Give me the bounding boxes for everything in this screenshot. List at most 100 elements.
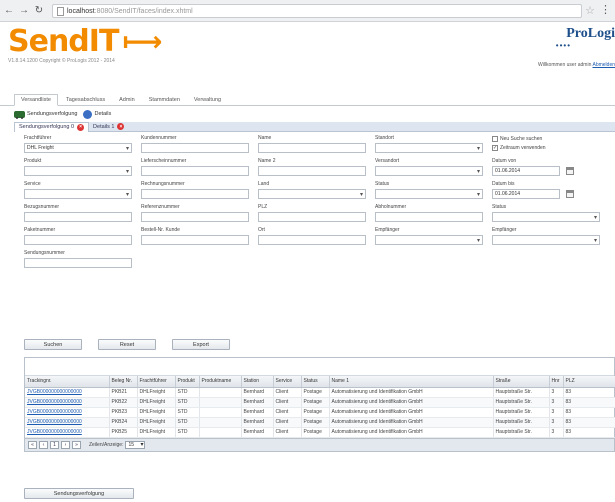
abholnummer-label: Abholnummer bbox=[375, 204, 407, 210]
tab-verwaltung[interactable]: Verwaltung bbox=[188, 95, 227, 105]
table-cell: PKB24 bbox=[109, 417, 138, 428]
plz-input[interactable] bbox=[258, 212, 366, 222]
tab-tagesabschluss[interactable]: Tagesabschluss bbox=[60, 95, 111, 105]
kundennummer-input[interactable] bbox=[141, 143, 249, 153]
forward-icon[interactable]: → bbox=[18, 4, 30, 18]
next-page-icon[interactable]: › bbox=[61, 440, 70, 449]
table-cell: Client bbox=[273, 427, 302, 438]
subtab-sendungsverfolgung[interactable]: Sendungsverfolgung 0 × bbox=[14, 121, 90, 132]
rechnungsnummer-input[interactable] bbox=[141, 189, 249, 199]
details-button[interactable]: Details bbox=[83, 109, 111, 119]
table-cell: Client bbox=[273, 407, 302, 418]
url-host: localhost bbox=[67, 7, 95, 15]
bookmark-star-icon[interactable]: ☆ bbox=[585, 4, 595, 17]
empfaenger2-label: Empfänger bbox=[492, 227, 517, 233]
col-beleg[interactable]: Beleg Nr. bbox=[109, 376, 138, 388]
calendar-icon[interactable] bbox=[566, 167, 574, 175]
suche-neu-checkbox-row[interactable]: Neu Suche suchen bbox=[492, 136, 542, 142]
page-number-1[interactable]: 1 bbox=[50, 440, 59, 449]
tracking-button[interactable]: Sendungsverfolgung bbox=[14, 110, 77, 119]
col-trackingnr[interactable]: Trackingnr. bbox=[25, 376, 110, 388]
ort-input[interactable] bbox=[258, 235, 366, 245]
name-input[interactable] bbox=[258, 143, 366, 153]
empfaenger-select[interactable] bbox=[375, 235, 483, 245]
sendungsverfolgung-button[interactable]: Sendungsverfolgung bbox=[24, 488, 134, 499]
bestell-nr-label: Bestell-Nr. Kunde bbox=[141, 227, 180, 233]
table-cell: Postage bbox=[301, 427, 330, 438]
table-cell[interactable]: JVGB000000000000000 bbox=[25, 397, 110, 408]
datum-bis-input[interactable]: 01.06.2014 bbox=[492, 189, 560, 199]
search-button[interactable]: Suchen bbox=[24, 339, 82, 350]
prologis-logo: ProLogi bbox=[566, 26, 615, 41]
status-label: Status bbox=[375, 181, 390, 187]
bestell-nr-input[interactable] bbox=[141, 235, 249, 245]
table-row[interactable]: JVGB000000000000000 PKB24 DHLFreight STD Ber… bbox=[25, 417, 615, 428]
table-row[interactable]: JVGB000000000000000 PKB22 DHLFreight STD Ber… bbox=[25, 397, 615, 408]
table-row[interactable]: JVGB000000000000000 PKB23 DHLFreight STD Ber… bbox=[25, 407, 615, 418]
last-page-icon[interactable]: » bbox=[72, 440, 81, 449]
zeitraum-checkbox[interactable]: ✓ bbox=[492, 145, 498, 151]
versandort-select[interactable] bbox=[375, 166, 483, 176]
col-hnr[interactable]: Hnr bbox=[549, 376, 564, 388]
table-row[interactable]: JVGB000000000000000 PKB25 DHLFreight STD Ber… bbox=[25, 427, 615, 438]
table-cell[interactable]: JVGB000000000000000 bbox=[25, 427, 110, 438]
col-station[interactable]: Station bbox=[241, 376, 274, 388]
referenznummer-input[interactable] bbox=[141, 212, 249, 222]
status-select[interactable] bbox=[375, 189, 483, 199]
produkt-select[interactable] bbox=[24, 166, 132, 176]
sendungsnummer-input[interactable] bbox=[24, 258, 132, 268]
reload-icon[interactable]: ↻ bbox=[33, 4, 45, 18]
suche-neu-checkbox[interactable] bbox=[492, 136, 498, 142]
col-strasse[interactable]: Straße bbox=[493, 376, 550, 388]
col-produktname[interactable]: Produktname bbox=[199, 376, 242, 388]
bezugsnummer-input[interactable] bbox=[24, 212, 132, 222]
col-status[interactable]: Status bbox=[301, 376, 330, 388]
abholnummer-input[interactable] bbox=[375, 212, 483, 222]
table-cell: Hauptstraße Str. bbox=[493, 407, 550, 418]
table-cell: STD bbox=[175, 427, 200, 438]
logout-link[interactable]: Abmelden bbox=[592, 62, 615, 68]
back-icon[interactable]: ← bbox=[3, 4, 15, 18]
table-cell[interactable]: JVGB000000000000000 bbox=[25, 417, 110, 428]
service-select[interactable] bbox=[24, 189, 132, 199]
page-size-select[interactable]: 15 bbox=[125, 440, 146, 449]
table-row[interactable]: JVGB000000000000000 PKB21 DHLFreight STD Ber… bbox=[25, 387, 615, 398]
name2-input[interactable] bbox=[258, 166, 366, 176]
col-name1[interactable]: Name 1 bbox=[329, 376, 494, 388]
table-cell[interactable]: JVGB000000000000000 bbox=[25, 387, 110, 398]
status2-select[interactable] bbox=[492, 212, 600, 222]
reset-button[interactable]: Reset bbox=[98, 339, 156, 350]
subtab-details[interactable]: Details 1 × bbox=[89, 122, 128, 132]
col-service[interactable]: Service bbox=[273, 376, 302, 388]
table-cell: STD bbox=[175, 387, 200, 398]
standort-select[interactable] bbox=[375, 143, 483, 153]
col-plz[interactable]: PLZ bbox=[563, 376, 615, 388]
menu-icon[interactable]: ⋮ bbox=[600, 3, 611, 16]
main-navigation: Versandliste Tagesabschluss Admin Stammd… bbox=[0, 94, 615, 106]
frachtfuehrer-select[interactable]: DHL Freight bbox=[24, 143, 132, 153]
tab-admin[interactable]: Admin bbox=[113, 95, 141, 105]
col-produkt[interactable]: Produkt bbox=[175, 376, 200, 388]
empfaenger-label: Empfänger bbox=[375, 227, 400, 233]
close-icon[interactable]: × bbox=[117, 123, 125, 130]
lieferscheinnummer-input[interactable] bbox=[141, 166, 249, 176]
zeitraum-checkbox-row[interactable]: ✓ Zeitraum verwenden bbox=[492, 145, 546, 151]
address-bar[interactable]: localhost:8080/SendIT/faces/index.xhtml bbox=[52, 4, 582, 18]
first-page-icon[interactable]: « bbox=[28, 440, 37, 449]
produkt-label: Produkt bbox=[24, 158, 42, 164]
table-cell[interactable]: JVGB000000000000000 bbox=[25, 407, 110, 418]
tab-versandliste[interactable]: Versandliste bbox=[14, 94, 58, 106]
land-select[interactable] bbox=[258, 189, 366, 199]
paketnummer-input[interactable] bbox=[24, 235, 132, 245]
land-label: Land bbox=[258, 181, 270, 187]
close-icon[interactable]: × bbox=[77, 123, 85, 131]
prev-page-icon[interactable]: ‹ bbox=[39, 440, 48, 449]
table-cell: STD bbox=[175, 407, 200, 418]
col-frachtfuehrer[interactable]: Frachtführer bbox=[137, 376, 176, 388]
calendar-icon[interactable] bbox=[566, 190, 574, 198]
export-button[interactable]: Export bbox=[172, 339, 230, 350]
datum-von-input[interactable]: 01.06.2014 bbox=[492, 166, 560, 176]
table-cell: 83 bbox=[563, 397, 615, 408]
tab-stammdaten[interactable]: Stammdaten bbox=[143, 95, 186, 105]
empfaenger2-select[interactable] bbox=[492, 235, 600, 245]
